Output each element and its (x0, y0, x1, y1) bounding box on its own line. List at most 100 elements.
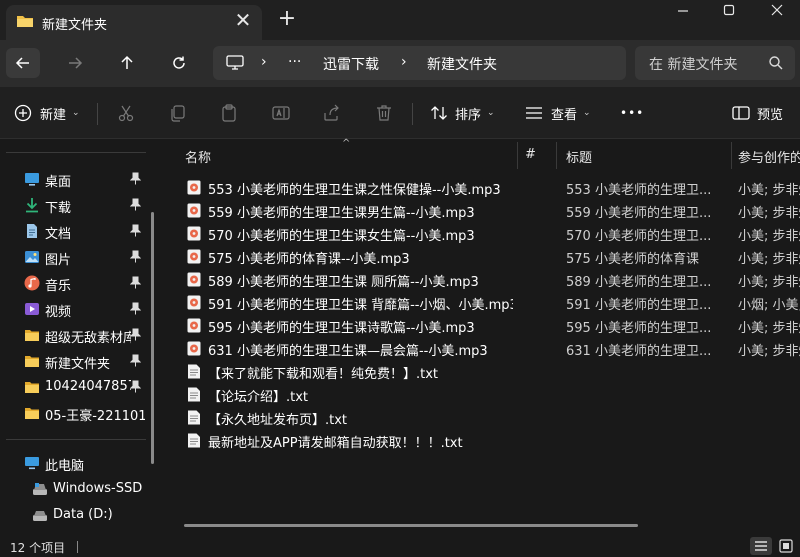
nav-scrollbar[interactable] (151, 212, 154, 464)
file-row[interactable]: 【永久地址发布页】.txt (166, 406, 800, 429)
scissors-icon (118, 105, 134, 122)
maximize-button[interactable] (706, 0, 752, 30)
file-title: 595 小美老师的生理卫... (566, 321, 712, 336)
close-tab-icon[interactable]: ✕ (232, 10, 254, 32)
search-input[interactable]: 在 新建文件夹 (649, 54, 737, 74)
file-row[interactable]: 【来了就能下载和观看！纯免费！】.txt (166, 360, 800, 383)
sidebar-item-this-pc[interactable]: 此电脑 (0, 450, 150, 476)
sidebar-item-downloads[interactable]: 下载 (0, 192, 150, 218)
file-artist: 小美; 步非烟 (738, 321, 800, 336)
file-name: 631 小美老师的生理卫生课—晨会篇--小美.mp3 (208, 344, 488, 359)
file-title: 631 小美老师的生理卫... (566, 344, 712, 359)
sidebar-item-desktop[interactable]: 桌面 (0, 166, 150, 192)
copy-button[interactable] (168, 87, 188, 139)
paste-button[interactable] (219, 87, 239, 139)
title-bar: 新建文件夹 ✕ + (0, 0, 800, 40)
rename-button[interactable] (271, 87, 291, 139)
preview-pane-button[interactable]: 预览 (731, 87, 783, 139)
column-divider[interactable] (556, 142, 557, 169)
file-artist: 小美; 步非烟 (738, 344, 800, 359)
copy-icon (171, 105, 185, 122)
preview-button-label: 预览 (757, 107, 784, 123)
file-name: 【论坛介绍】.txt (208, 390, 309, 405)
column-header-row: ^ 名称 # 标题 参与创作的 (166, 138, 800, 170)
file-artist: 小烟; 小美; 步非烟 (738, 298, 800, 313)
sidebar-item-drive[interactable]: Data (D:) (0, 502, 150, 527)
tab-active[interactable]: 新建文件夹 ✕ (6, 5, 262, 40)
back-button[interactable] (6, 48, 40, 78)
text-file-icon (188, 387, 200, 402)
column-header-title[interactable]: 标题 (566, 147, 592, 166)
pin-icon (130, 328, 141, 341)
sidebar-item-music[interactable]: 音乐 (0, 270, 150, 296)
file-row[interactable]: 559 小美老师的生理卫生课男生篇--小美.mp3 559 小美老师的生理卫...… (166, 199, 800, 222)
address-bar[interactable]: › ··· 迅雷下载 › 新建文件夹 (213, 46, 626, 80)
breadcrumb-separator[interactable]: › (401, 54, 407, 70)
column-header-artists[interactable]: 参与创作的 (738, 147, 800, 166)
close-icon (771, 4, 783, 16)
file-name: 575 小美老师的体育课--小美.mp3 (208, 252, 410, 267)
file-title: 575 小美老师的体育课 (566, 252, 699, 267)
sidebar-item-folder[interactable]: 超级无敌素材库 (0, 322, 150, 348)
audio-file-icon (187, 341, 201, 356)
sidebar-item-label: 图片 (45, 253, 72, 268)
breadcrumb-item[interactable]: 新建文件夹 (427, 54, 497, 74)
column-header-number[interactable]: # (525, 147, 536, 162)
file-row[interactable]: 595 小美老师的生理卫生课诗歌篇--小美.mp3 595 小美老师的生理卫...… (166, 314, 800, 337)
file-title: 591 小美老师的生理卫... (566, 298, 712, 313)
search-icon[interactable] (768, 55, 784, 71)
sidebar-item-documents[interactable]: 文档 (0, 218, 150, 244)
file-row[interactable]: 最新地址及APP请发邮箱自动获取！！！.txt (166, 429, 800, 452)
sidebar-item-folder[interactable]: 05-王豪-2211010 (0, 400, 150, 426)
new-button[interactable]: 新建 ⌄ (14, 87, 80, 139)
file-name: 589 小美老师的生理卫生课 厕所篇--小美.mp3 (208, 275, 479, 290)
file-name: 570 小美老师的生理卫生课女生篇--小美.mp3 (208, 229, 475, 244)
delete-button[interactable] (374, 87, 394, 139)
new-tab-button[interactable]: + (276, 7, 298, 31)
file-row[interactable]: 589 小美老师的生理卫生课 厕所篇--小美.mp3 589 小美老师的生理卫..… (166, 268, 800, 291)
share-button[interactable] (322, 87, 342, 139)
download-icon (26, 198, 38, 213)
up-button[interactable] (110, 48, 144, 78)
column-divider[interactable] (731, 142, 732, 169)
minimize-button[interactable] (660, 0, 706, 30)
forward-button[interactable] (58, 48, 92, 78)
details-view-icon (755, 541, 767, 551)
column-divider[interactable] (517, 142, 518, 169)
details-view-button[interactable] (750, 537, 772, 555)
desktop-icon (25, 173, 39, 186)
refresh-button[interactable] (162, 48, 196, 78)
breadcrumb-item[interactable]: 迅雷下载 (323, 54, 379, 74)
sidebar-item-videos[interactable]: 视频 (0, 296, 150, 322)
folder-icon (25, 356, 39, 367)
file-row[interactable]: 575 小美老师的体育课--小美.mp3 575 小美老师的体育课 小美; 步非烟 (166, 245, 800, 268)
horizontal-scrollbar[interactable] (184, 524, 638, 527)
more-options-button[interactable]: ••• (620, 87, 644, 139)
file-artist: 小美; 步非烟 (738, 183, 800, 198)
document-icon (27, 224, 37, 238)
sidebar-item-drive[interactable]: Windows-SSD (0, 476, 150, 502)
audio-file-icon (187, 226, 201, 241)
file-row[interactable]: 553 小美老师的生理卫生课之性保健操--小美.mp3 553 小美老师的生理卫.… (166, 176, 800, 199)
sidebar-item-folder[interactable]: 新建文件夹 (0, 348, 150, 374)
rename-icon (272, 106, 290, 120)
file-row[interactable]: 【论坛介绍】.txt (166, 383, 800, 406)
file-row[interactable]: 570 小美老师的生理卫生课女生篇--小美.mp3 570 小美老师的生理卫...… (166, 222, 800, 245)
view-button[interactable]: 查看 ⌄ (524, 87, 591, 139)
search-box[interactable]: 在 新建文件夹 (635, 46, 795, 80)
column-header-name[interactable]: 名称 (185, 147, 211, 166)
cut-button[interactable] (116, 87, 136, 139)
file-row[interactable]: 631 小美老师的生理卫生课—晨会篇--小美.mp3 631 小美老师的生理卫..… (166, 337, 800, 360)
file-list: ^ 名称 # 标题 参与创作的 553 小美老师的生理卫生课之性保健操--小美.… (166, 138, 800, 527)
breadcrumb-separator[interactable]: › (261, 54, 267, 70)
tiles-view-button[interactable] (776, 537, 796, 555)
breadcrumb-more[interactable]: ··· (288, 54, 301, 70)
sidebar-item-pictures[interactable]: 图片 (0, 244, 150, 270)
pin-icon (130, 302, 141, 315)
sidebar-item-label: Data (D:) (53, 507, 113, 522)
close-window-button[interactable] (754, 0, 800, 30)
sidebar-item-label: 音乐 (45, 279, 72, 294)
sort-button[interactable]: 排序 ⌄ (429, 87, 495, 139)
sidebar-item-folder[interactable]: 10424047857 (0, 374, 150, 400)
file-row[interactable]: 591 小美老师的生理卫生课 背靡篇--小烟、小美.mp3 591 小美老师的生理… (166, 291, 800, 314)
